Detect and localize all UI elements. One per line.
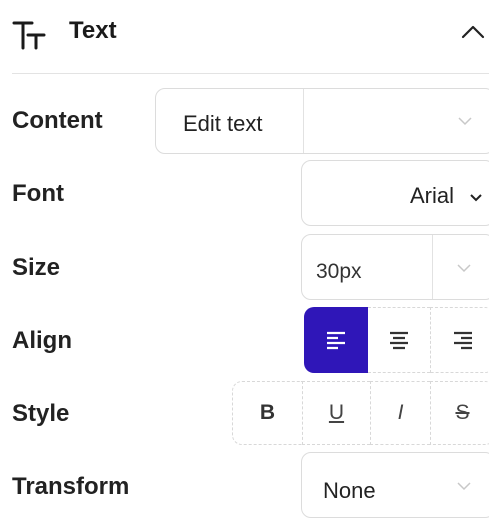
bold-button[interactable]: B <box>232 381 302 445</box>
align-button-group <box>304 307 489 373</box>
chevron-down-icon[interactable] <box>458 113 472 126</box>
align-center-button[interactable] <box>368 307 430 373</box>
font-label: Font <box>12 180 64 207</box>
size-label: Size <box>12 254 61 281</box>
transform-value: None <box>323 478 376 503</box>
font-value: Arial <box>409 183 454 208</box>
content-label: Content <box>12 107 103 134</box>
font-select[interactable]: Arial <box>301 160 489 226</box>
divider <box>12 73 489 74</box>
align-center-icon <box>390 331 408 350</box>
content-select[interactable]: Edit text <box>155 88 489 154</box>
align-right-button[interactable] <box>430 307 489 373</box>
chevron-up-icon[interactable] <box>460 22 486 42</box>
strikethrough-button[interactable]: S <box>430 381 489 445</box>
size-select[interactable]: 30px <box>301 234 489 300</box>
style-label: Style <box>12 400 70 427</box>
italic-button[interactable]: I <box>370 381 430 445</box>
style-button-group: B U I S <box>232 381 489 445</box>
size-separator <box>432 235 433 299</box>
chevron-down-icon[interactable] <box>470 189 482 202</box>
align-right-icon <box>453 331 472 350</box>
chevron-down-icon[interactable] <box>457 478 471 491</box>
transform-select[interactable]: None <box>301 452 489 518</box>
transform-label: Transform <box>12 473 130 500</box>
content-value: Edit text <box>183 111 263 136</box>
align-left-icon <box>327 331 345 350</box>
underline-button[interactable]: U <box>302 381 370 445</box>
size-value: 30px <box>316 260 362 283</box>
text-icon <box>12 20 46 50</box>
align-left-button[interactable] <box>304 307 368 373</box>
align-label: Align <box>12 327 72 354</box>
content-separator <box>303 89 304 153</box>
panel-title: Text <box>69 17 117 44</box>
chevron-down-icon[interactable] <box>457 260 471 273</box>
